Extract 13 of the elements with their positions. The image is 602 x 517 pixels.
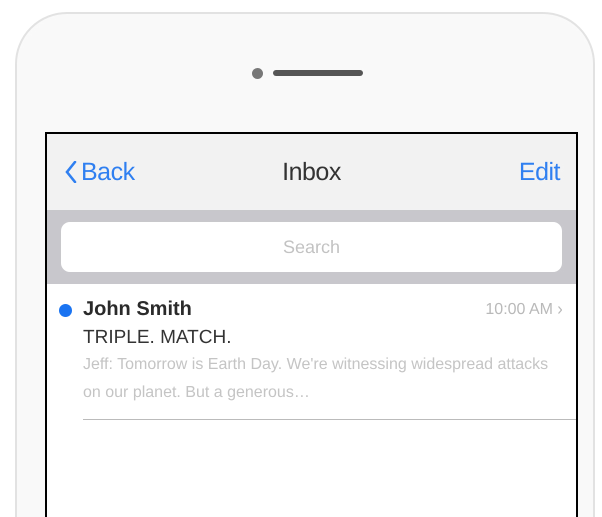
inbox-title: Inbox (282, 158, 341, 186)
edit-button[interactable]: Edit (518, 158, 560, 186)
camera-icon (252, 68, 263, 78)
message-preview: Jeff: Tomorrow is Earth Day. We're witnessing widespread attacks on our planet. But a generous… (83, 355, 550, 403)
speaker-icon (273, 70, 363, 76)
search-field[interactable]: Search (61, 222, 562, 272)
message-subject: TRIPLE. MATCH. (83, 327, 232, 349)
chevron-left-icon (65, 161, 77, 183)
chevron-right-icon (558, 306, 562, 314)
message-time: 10:00 AM (485, 300, 553, 318)
sender-name: John Smith (83, 298, 192, 321)
message-row[interactable]: John Smith 10:00 AM TRIPLE. MATCH. Jeff: Tomorrow is Earth Day. We're witnessing widespread attacks on our planet. But a generous… (47, 284, 576, 420)
back-button[interactable]: Back (65, 158, 135, 186)
